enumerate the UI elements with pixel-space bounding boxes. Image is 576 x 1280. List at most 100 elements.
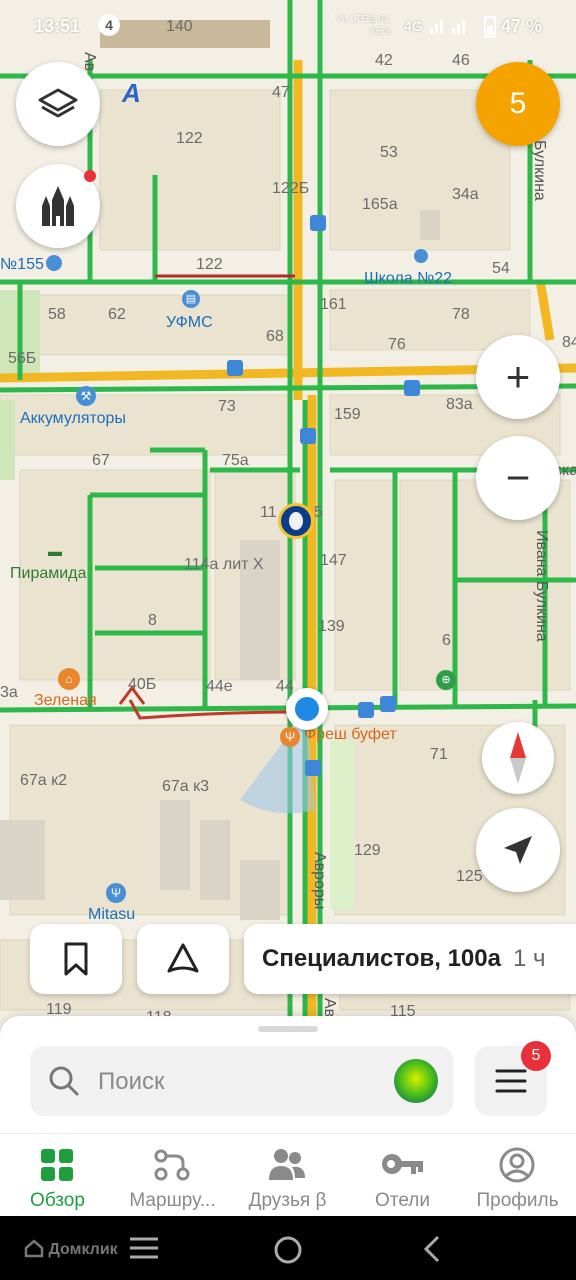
bed-icon: ▬ [48,543,62,559]
key-icon [382,1154,423,1174]
street-label-ava: Ав [81,52,98,72]
building-number: 78 [452,306,470,323]
zoom-out-button[interactable]: − [476,436,560,520]
tab-label: Профиль [476,1190,559,1211]
building-number: 44е [206,678,233,695]
building-number: 161 [320,296,347,313]
signal-icon [430,16,470,36]
battery-icon [484,16,496,38]
school-pin-icon [414,249,428,263]
building-number: 67а к2 [20,772,68,789]
cart-icon: ⊕ [436,670,456,690]
sheet-handle[interactable] [258,1026,318,1032]
street-label-bulkina: Булкина [531,140,548,201]
building-number: 42 [375,52,393,69]
street-label-avrory: Авроры [311,852,328,910]
speed-value: 1,61 [370,14,390,25]
building-number: 53 [380,144,398,161]
building-number: 122 [176,130,203,147]
street-label-ivana-bulkina: Ивана Булкина [533,530,550,642]
bus-stop-icon [305,760,321,776]
building-number: 122 [196,256,223,273]
building-number: 34а [452,186,479,203]
status-bar: 13:51 4 Vo LTE1 1,61 КБ/s 4G 47 % [0,0,576,52]
tab-routes[interactable]: Маршру... [115,1134,230,1217]
building-number: 71 [430,746,448,763]
alice-assistant-icon[interactable] [394,1059,438,1103]
poi-pyramid[interactable]: Пирамида [10,565,86,583]
tab-overview[interactable]: Обзор [0,1134,115,1217]
wrench-icon: ⚒ [76,386,96,406]
poi-155[interactable]: №155 [0,256,44,274]
airline-logo-icon: A [122,78,141,108]
building-number: 159 [334,406,361,423]
domclick-brand: Домклик [24,1238,118,1259]
poi-zelenaya[interactable]: Зеленая [34,692,97,710]
poi-school[interactable]: Школа №22 [364,270,452,288]
tab-profile[interactable]: Профиль [460,1134,575,1217]
building-number: 62 [108,306,126,323]
friends-icon [269,1149,305,1180]
poi-fresh-buffet[interactable]: Фреш буфет [304,726,397,744]
building-number: 8 [148,612,157,629]
building-number: 73 [218,398,236,415]
navigator-button[interactable] [137,924,229,994]
building-number: 147 [320,552,347,569]
search-bar[interactable]: Поиск [30,1046,453,1116]
building-number: 122Б [272,180,310,197]
bookmarks-button[interactable] [30,924,122,994]
notifications-circle-button[interactable]: 5 [476,62,560,146]
layers-button[interactable] [16,62,100,146]
battery-percent: 47 % [500,16,542,36]
building-number: 58 [48,306,66,323]
tab-hotels[interactable]: Отели [345,1134,460,1217]
system-nav-bar: Домклик [0,1216,576,1280]
user-location-marker [286,688,328,730]
building-number: 114а лит Х [184,556,264,573]
city-button[interactable] [16,164,100,248]
compass-button[interactable] [482,722,554,794]
search-icon [49,1066,79,1096]
building-number: 68 [266,328,284,345]
cathedral-icon [42,186,74,226]
bus-stop-icon [404,380,420,396]
hamburger-icon [495,1069,527,1093]
house-icon [24,1239,44,1258]
building-number: 165а [362,196,398,213]
building-number: 125 [456,868,483,885]
poi-ufms[interactable]: УФМС [166,314,213,332]
net-type: 4G [404,18,423,34]
building-number: 46 [452,52,470,69]
navigation-arrow-icon [504,836,532,864]
recent-apps-icon[interactable] [128,1236,160,1260]
bus-stop-icon [227,360,243,376]
document-icon: ▤ [182,290,200,308]
layers-icon [38,88,78,118]
friend-avatar[interactable] [278,503,314,539]
domclick-label: Домклик [48,1241,118,1258]
address-pill[interactable]: Специалистов, 100а 1 ч [244,924,576,994]
status-time: 13:51 [34,16,81,36]
address-text: Специалистов, 100а [262,945,501,972]
tab-label: Отели [375,1190,430,1211]
poi-mitasu[interactable]: Mitasu [88,906,135,924]
tab-label: Обзор [30,1190,85,1211]
bottom-tab-bar: Обзор Маршру... Друзья β Отели Профиль [0,1133,576,1217]
navigator-icon [167,943,199,973]
building-number: 47 [272,84,290,101]
tab-friends[interactable]: Друзья β [230,1134,345,1217]
building-number: 83а [446,396,473,413]
back-icon[interactable] [420,1234,444,1264]
poi-accumulators[interactable]: Аккумуляторы [20,410,126,428]
building-number: 84 [562,334,576,351]
home-circle-icon[interactable] [272,1234,304,1266]
school-pin-icon [46,255,62,271]
building-number: 40Б [128,676,157,693]
bus-stop-icon [310,215,326,231]
tab-label: Друзья β [248,1190,327,1211]
zoom-in-button[interactable]: + [476,335,560,419]
my-location-button[interactable] [476,808,560,892]
speed-unit: КБ/s [370,26,391,37]
minus-icon: − [505,454,531,501]
city-dot-indicator [84,170,96,182]
